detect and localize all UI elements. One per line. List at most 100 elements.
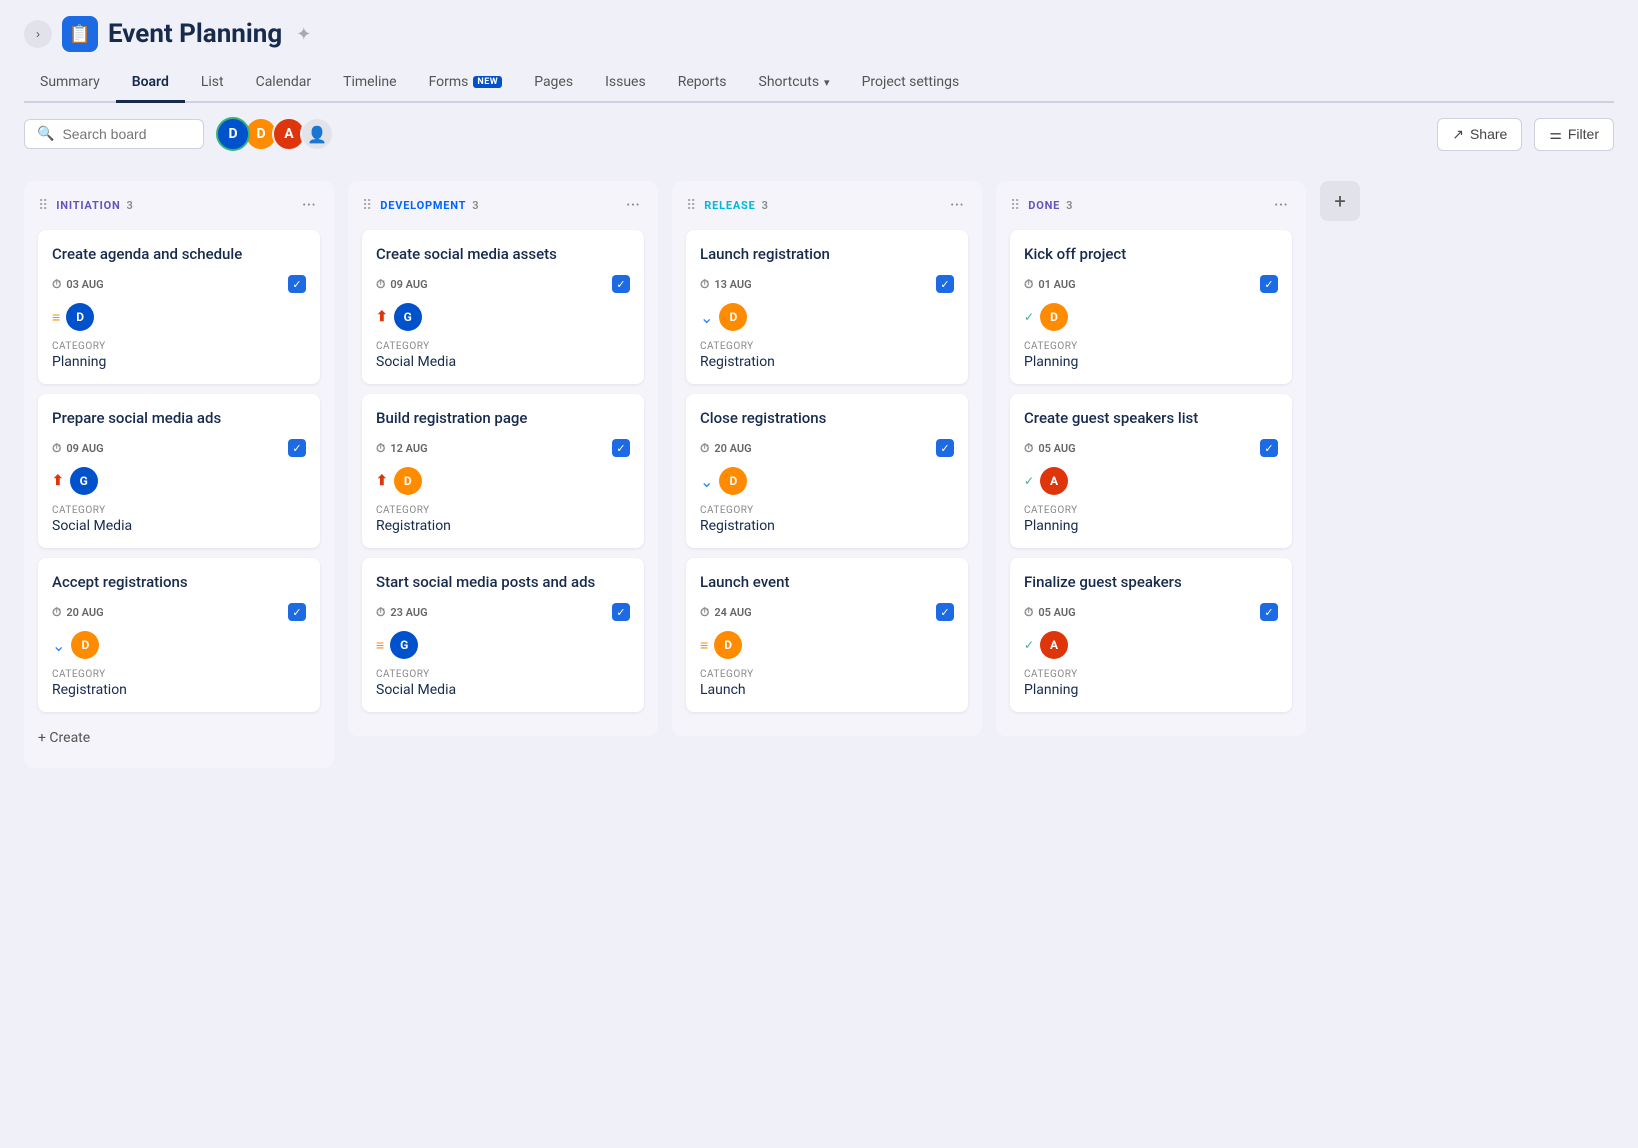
card-title: Accept registrations — [52, 572, 306, 593]
tab-label-shortcuts: Shortcuts — [759, 74, 820, 90]
card-checkbox[interactable]: ✓ — [288, 275, 306, 293]
card-assignee[interactable]: A — [1040, 631, 1068, 659]
card-footer: ⌄ D — [52, 631, 306, 659]
card-release-2[interactable]: Launch event ⏱ 24 AUG ✓ ≡ D Category Lau… — [686, 558, 968, 712]
tab-issues[interactable]: Issues — [589, 64, 662, 103]
card-date: ⏱ 09 AUG — [376, 277, 428, 292]
card-checkbox[interactable]: ✓ — [1260, 603, 1278, 621]
clock-icon: ⏱ — [52, 441, 61, 456]
star-icon[interactable]: ✦ — [296, 24, 311, 45]
drag-handle-done[interactable]: ⠿ — [1010, 198, 1020, 214]
card-date: ⏱ 05 AUG — [1024, 605, 1076, 620]
column-header-release: ⠿ RELEASE 3 ··· — [686, 195, 968, 216]
tab-calendar[interactable]: Calendar — [240, 64, 328, 103]
card-assignee[interactable]: D — [66, 303, 94, 331]
card-assignee[interactable]: D — [714, 631, 742, 659]
clock-icon: ⏱ — [1024, 605, 1033, 620]
card-category: Category Social Media — [52, 505, 306, 534]
card-assignee[interactable]: D — [719, 467, 747, 495]
done-icon: ✓ — [1024, 474, 1034, 488]
card-meta: ⏱ 23 AUG ✓ — [376, 603, 630, 621]
card-development-0[interactable]: Create social media assets ⏱ 09 AUG ✓ ⬆ … — [362, 230, 644, 384]
clock-icon: ⏱ — [700, 441, 709, 456]
card-checkbox[interactable]: ✓ — [936, 275, 954, 293]
column-header-initiation: ⠿ INITIATION 3 ··· — [38, 195, 320, 216]
done-icon: ✓ — [1024, 638, 1034, 652]
tab-board[interactable]: Board — [116, 64, 185, 103]
column-release: ⠿ RELEASE 3 ··· Launch registration ⏱ 13… — [672, 181, 982, 736]
card-done-1[interactable]: Create guest speakers list ⏱ 05 AUG ✓ ✓ … — [1010, 394, 1292, 548]
card-checkbox[interactable]: ✓ — [288, 603, 306, 621]
card-category: Category Registration — [376, 505, 630, 534]
column-count-done: 3 — [1066, 199, 1073, 212]
tab-summary[interactable]: Summary — [24, 64, 116, 103]
card-title: Close registrations — [700, 408, 954, 429]
tab-pages[interactable]: Pages — [518, 64, 589, 103]
card-assignee[interactable]: G — [70, 467, 98, 495]
tab-label-summary: Summary — [40, 74, 100, 90]
card-title: Create social media assets — [376, 244, 630, 265]
card-assignee[interactable]: D — [394, 467, 422, 495]
card-category: Category Planning — [52, 341, 306, 370]
sidebar-toggle-button[interactable]: › — [24, 20, 52, 48]
column-count-initiation: 3 — [127, 199, 134, 212]
tab-project-settings[interactable]: Project settings — [846, 64, 976, 103]
card-assignee[interactable]: D — [1040, 303, 1068, 331]
card-assignee[interactable]: D — [719, 303, 747, 331]
card-meta: ⏱ 12 AUG ✓ — [376, 439, 630, 457]
card-checkbox[interactable]: ✓ — [936, 603, 954, 621]
share-button[interactable]: ↗ Share — [1437, 118, 1522, 151]
tab-forms[interactable]: FormsNEW — [413, 64, 519, 103]
card-assignee[interactable]: G — [390, 631, 418, 659]
card-checkbox[interactable]: ✓ — [1260, 275, 1278, 293]
tab-timeline[interactable]: Timeline — [327, 64, 412, 103]
card-done-2[interactable]: Finalize guest speakers ⏱ 05 AUG ✓ ✓ A C… — [1010, 558, 1292, 712]
drag-handle-release[interactable]: ⠿ — [686, 198, 696, 214]
tab-shortcuts[interactable]: Shortcuts ▾ — [743, 64, 846, 103]
card-development-1[interactable]: Build registration page ⏱ 12 AUG ✓ ⬆ D C… — [362, 394, 644, 548]
card-initiation-1[interactable]: Prepare social media ads ⏱ 09 AUG ✓ ⬆ G … — [38, 394, 320, 548]
tab-label-list: List — [201, 74, 224, 90]
tab-reports[interactable]: Reports — [662, 64, 743, 103]
card-release-1[interactable]: Close registrations ⏱ 20 AUG ✓ ⌄ D Categ… — [686, 394, 968, 548]
search-input[interactable] — [62, 126, 191, 142]
column-menu-release[interactable]: ··· — [946, 195, 968, 216]
clock-icon: ⏱ — [700, 277, 709, 292]
card-assignee[interactable]: D — [71, 631, 99, 659]
add-member-avatar[interactable]: 👤 — [300, 117, 334, 151]
card-meta: ⏱ 24 AUG ✓ — [700, 603, 954, 621]
column-menu-done[interactable]: ··· — [1270, 195, 1292, 216]
card-checkbox[interactable]: ✓ — [612, 275, 630, 293]
card-checkbox[interactable]: ✓ — [612, 439, 630, 457]
dropdown-icon: ▾ — [824, 76, 830, 89]
board: ⠿ INITIATION 3 ··· Create agenda and sch… — [0, 165, 1638, 784]
card-assignee[interactable]: A — [1040, 467, 1068, 495]
add-column-button[interactable]: + — [1320, 181, 1360, 221]
page-title: Event Planning — [108, 19, 282, 49]
priority-low-icon: ⌄ — [700, 308, 713, 327]
card-assignee[interactable]: G — [394, 303, 422, 331]
card-date: ⏱ 05 AUG — [1024, 441, 1076, 456]
card-checkbox[interactable]: ✓ — [936, 439, 954, 457]
card-checkbox[interactable]: ✓ — [288, 439, 306, 457]
card-release-0[interactable]: Launch registration ⏱ 13 AUG ✓ ⌄ D Categ… — [686, 230, 968, 384]
drag-handle-initiation[interactable]: ⠿ — [38, 198, 48, 214]
search-box[interactable]: 🔍 — [24, 119, 204, 149]
card-footer: ⬆ G — [376, 303, 630, 331]
card-initiation-0[interactable]: Create agenda and schedule ⏱ 03 AUG ✓ ≡ … — [38, 230, 320, 384]
drag-handle-development[interactable]: ⠿ — [362, 198, 372, 214]
card-checkbox[interactable]: ✓ — [612, 603, 630, 621]
header-top: › 📋 Event Planning ✦ — [24, 16, 1614, 52]
card-initiation-2[interactable]: Accept registrations ⏱ 20 AUG ✓ ⌄ D Cate… — [38, 558, 320, 712]
avatar-0[interactable]: D — [216, 117, 250, 151]
card-meta: ⏱ 05 AUG ✓ — [1024, 439, 1278, 457]
card-done-0[interactable]: Kick off project ⏱ 01 AUG ✓ ✓ D Category… — [1010, 230, 1292, 384]
column-menu-initiation[interactable]: ··· — [298, 195, 320, 216]
filter-button[interactable]: ⚌ Filter — [1534, 118, 1614, 151]
card-development-2[interactable]: Start social media posts and ads ⏱ 23 AU… — [362, 558, 644, 712]
tab-list[interactable]: List — [185, 64, 240, 103]
column-menu-development[interactable]: ··· — [622, 195, 644, 216]
create-card-button-initiation[interactable]: + Create — [38, 722, 320, 754]
clock-icon: ⏱ — [1024, 441, 1033, 456]
card-checkbox[interactable]: ✓ — [1260, 439, 1278, 457]
